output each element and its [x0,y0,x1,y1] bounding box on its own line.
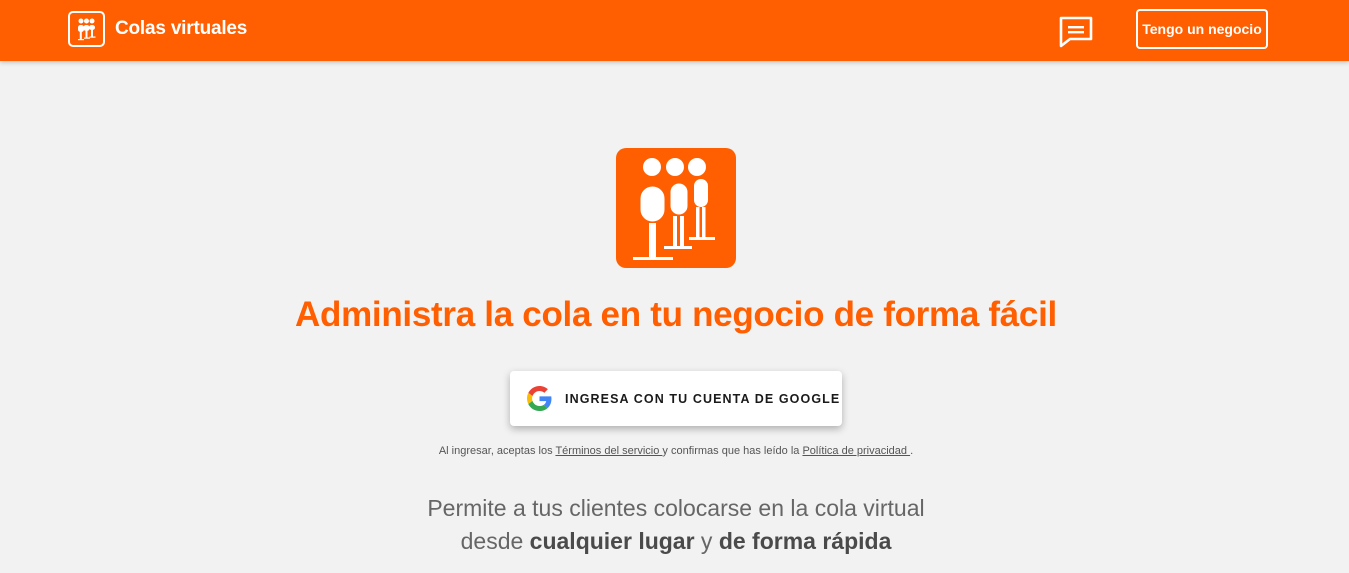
google-signin-button[interactable]: INGRESA CON TU CUENTA DE GOOGLE [510,371,842,426]
brand-home-link[interactable]: Colas virtuales [68,11,247,47]
business-owner-button[interactable]: Tengo un negocio [1136,9,1268,49]
legal-suffix: . [910,445,914,457]
google-button-label: INGRESA CON TU CUENTA DE GOOGLE [565,391,841,406]
top-navbar: Colas virtuales Tengo un negocio [0,0,1349,61]
tagline-bold-fast: de forma rápida [718,528,892,554]
hero-logo [616,148,736,268]
brand-name: Colas virtuales [115,18,248,39]
tagline-line-2: desde cualquier lugar y de forma rápida [0,525,1349,558]
tagline-line-1: Permite a tus clientes colocarse en la c… [427,495,925,521]
tagline-middle: y [694,528,719,554]
tagline-prefix: desde [460,528,530,554]
chat-icon[interactable] [1058,16,1094,48]
queue-people-icon [633,158,715,260]
legal-prefix: Al ingresar, aceptas los [438,445,556,457]
privacy-policy-link[interactable]: Política de privacidad [802,445,910,457]
page-headline: Administra la cola en tu negocio de form… [295,295,1057,334]
legal-notice: Al ingresar, aceptas los Términos del se… [0,445,1349,457]
legal-middle: y confirmas que has leído la [662,445,803,457]
queue-people-icon [68,11,105,47]
google-g-icon [527,386,552,411]
terms-of-service-link[interactable]: Términos del servicio [555,445,662,457]
tagline: Permite a tus clientes colocarse en la c… [0,492,1349,558]
tagline-bold-anywhere: cualquier lugar [529,528,695,554]
